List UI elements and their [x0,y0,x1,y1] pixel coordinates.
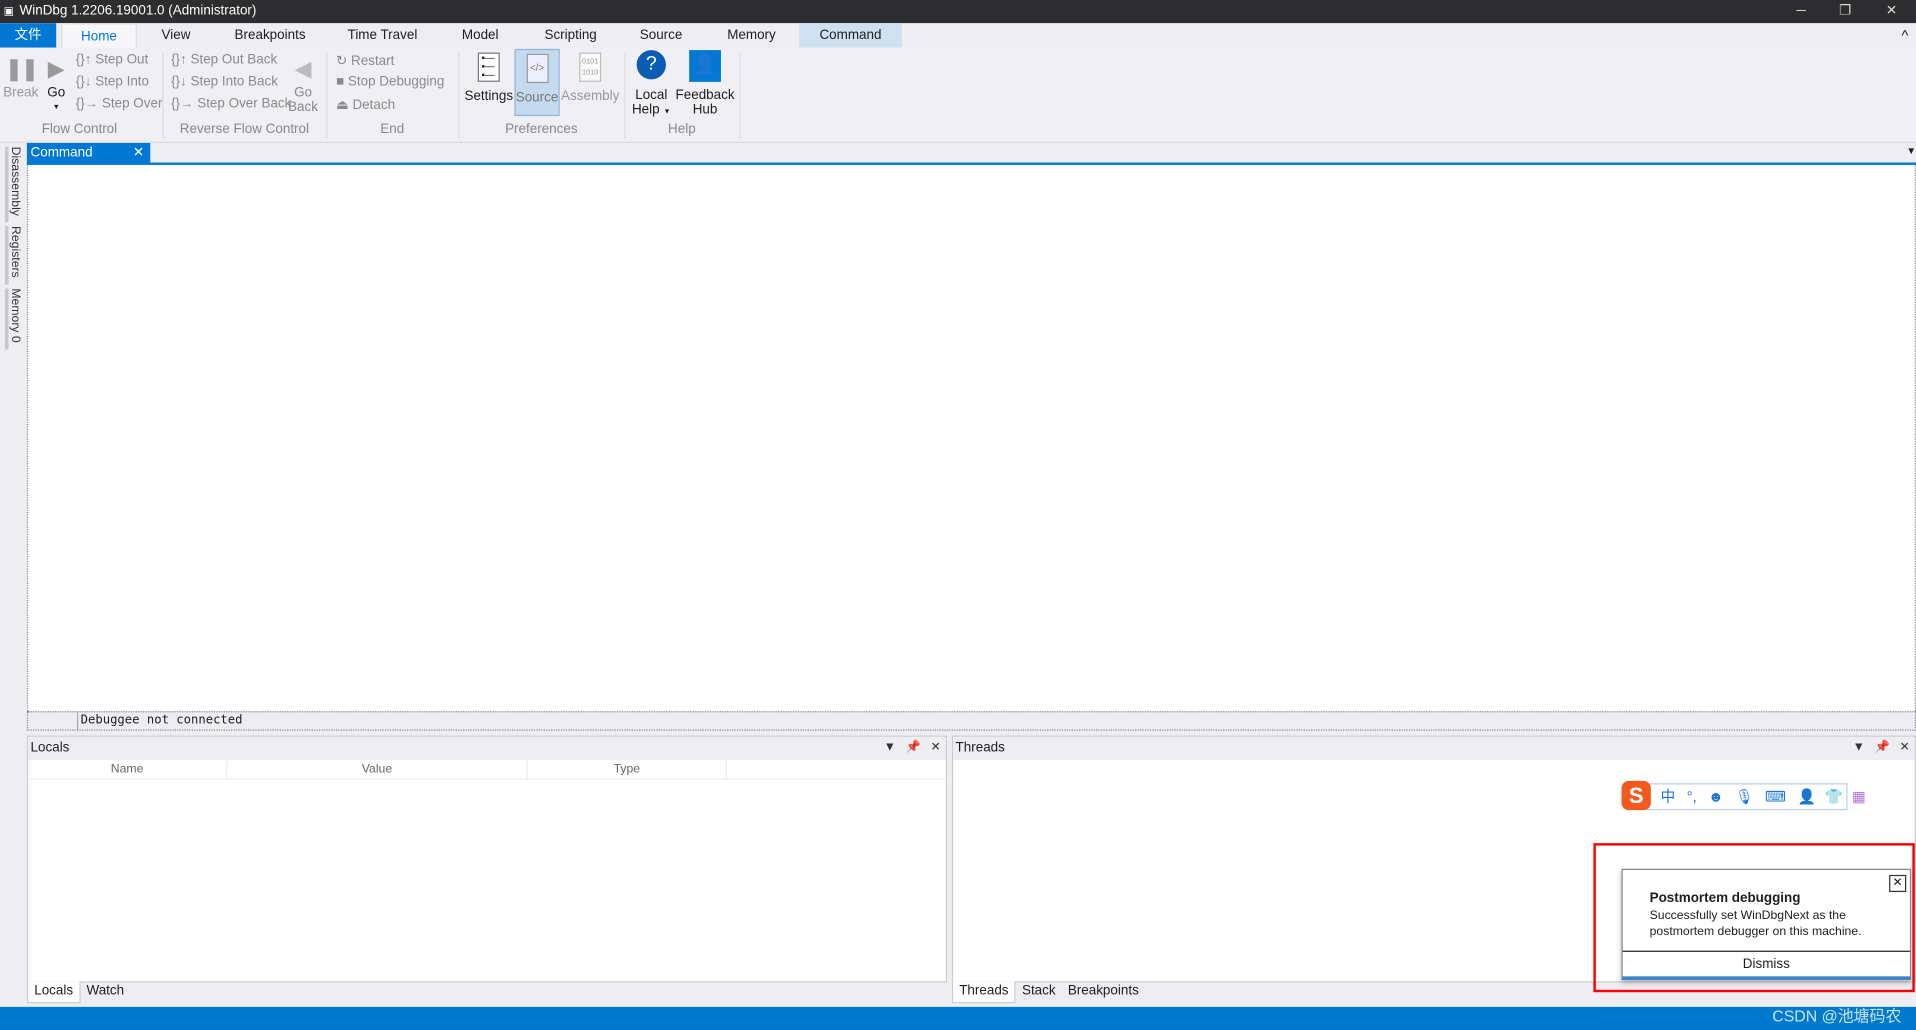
detach-button[interactable]: ⏏ Detach [336,97,395,113]
close-tab-icon[interactable]: ✕ [133,143,144,164]
ribbon: ❚❚ Break ▶ Go ▼ {}↑ Step Out {}↓ Step Into … [0,47,1916,143]
tab-memory[interactable]: Memory [719,23,785,47]
binary-icon: 0101 1010 [579,52,602,82]
group-help: Help [668,122,696,137]
column-value[interactable]: Value [227,760,528,780]
tab-model[interactable]: Model [452,23,508,47]
pin-icon[interactable]: 📌 [1875,740,1890,753]
microphone-icon[interactable]: 🎙 [1735,788,1754,805]
step-over-button[interactable]: {}→ Step Over [76,97,163,112]
tab-home[interactable]: Home [61,23,137,48]
tab-threads[interactable]: Threads [951,981,1016,1004]
app-icon: ▣ [3,4,15,18]
tab-source[interactable]: Source [628,23,694,47]
tab-stack[interactable]: Stack [1016,981,1062,1003]
title-bar: ▣ WinDbg 1.2206.19001.0 (Administrator) … [0,0,1916,24]
keyboard-icon[interactable]: ⌨ [1765,788,1786,805]
group-preferences: Preferences [505,122,578,137]
dropdown-icon[interactable]: ▼ [884,740,896,753]
group-end: End [380,122,405,137]
debuggee-status: Debuggee not connected [80,713,243,728]
locals-title: Locals [30,740,70,756]
local-help-button[interactable]: ? Local Help ▼ [631,50,673,120]
settings-doc-icon: ▪— ▪— ▪— [477,52,500,82]
skin-shirt-icon[interactable]: 👕 [1825,788,1843,805]
toast-close-icon[interactable]: ✕ [1889,874,1907,893]
source-code-icon: </> [526,53,549,84]
feedback-hub-button[interactable]: 👤 Feedback Hub [675,50,736,117]
break-button[interactable]: ❚❚ Break [2,55,39,100]
ime-toolbar: S 中 °, ☻ 🎙 ⌨ 👤 👕 ▦ [1621,780,1866,811]
stop-debugging-button[interactable]: ■ Stop Debugging [336,75,444,90]
threads-bottom-tabs: Threads Stack Breakpoints [951,981,1145,1004]
step-into-button[interactable]: {}↓ Step Into [76,75,149,90]
play-icon: ▶ [47,56,65,81]
ribbon-tabs: 文件 Home View Breakpoints Time Travel Mod… [0,23,1916,48]
tab-locals[interactable]: Locals [26,981,81,1004]
tab-watch[interactable]: Watch [80,981,130,1003]
apps-grid-icon[interactable]: ▦ [1852,788,1866,805]
toast-title: Postmortem debugging [1649,890,1801,906]
pin-icon[interactable]: 📌 [906,740,921,753]
minimize-button[interactable]: ─ [1779,0,1823,23]
group-reverse-flow: Reverse Flow Control [179,122,309,137]
locals-bottom-tabs: Locals Watch [26,981,130,1004]
locals-panel: Locals ▼ 📌 ✕ Name Value Type [26,735,948,983]
user-icon[interactable]: 👤 [1798,788,1816,805]
side-tab-disassembly[interactable]: Disassembly [4,146,22,223]
dropdown-icon[interactable]: ▼ [1853,740,1865,753]
command-output[interactable] [26,164,1916,712]
restore-button[interactable]: ❐ [1823,0,1867,23]
command-input-row[interactable]: Debuggee not connected [26,711,1916,731]
step-into-back-button[interactable]: {}↓ Step Into Back [171,75,278,90]
tab-command-window[interactable]: Command ✕ [26,142,151,164]
side-tab-registers[interactable]: Registers [4,226,22,285]
tab-list-dropdown-icon[interactable]: ▼ [1906,145,1916,156]
side-tab-strip: Disassembly Registers Memory 0 [0,142,25,1007]
close-button[interactable]: ✕ [1870,0,1914,23]
dismiss-button[interactable]: Dismiss [1622,950,1910,978]
collapse-ribbon-icon[interactable]: ^ [1894,23,1916,47]
back-arrow-icon: ◀ [294,56,312,81]
step-over-back-button[interactable]: {}→ Step Over Back [171,97,291,112]
tab-breakpoints-panel[interactable]: Breakpoints [1062,981,1145,1003]
document-tabs: Command ✕ ▼ [26,142,1916,165]
source-button[interactable]: </> Source [514,48,560,117]
tab-scripting[interactable]: Scripting [533,23,609,47]
go-back-button[interactable]: ◀ Go Back [286,55,320,115]
tab-file[interactable]: 文件 [0,23,57,48]
help-icon: ? [636,50,666,80]
postmortem-toast: ✕ Postmortem debugging Successfully set … [1621,868,1912,980]
restart-button[interactable]: ↻ Restart [336,53,394,69]
emoji-icon[interactable]: ☻ [1708,788,1723,805]
tab-command[interactable]: Command [799,23,902,48]
column-name[interactable]: Name [28,760,228,780]
window-title: WinDbg 1.2206.19001.0 (Administrator) [19,3,257,19]
group-flow-control: Flow Control [41,122,118,137]
locals-column-header: Name Value Type [28,760,946,780]
ime-punct-toggle[interactable]: °, [1687,788,1697,805]
tab-view[interactable]: View [152,23,201,47]
step-out-button[interactable]: {}↑ Step Out [76,53,148,68]
ime-mode-toggle[interactable]: 中 [1661,788,1676,805]
tab-time-travel[interactable]: Time Travel [340,23,426,47]
column-type[interactable]: Type [528,760,728,780]
feedback-person-icon: 👤 [689,50,721,82]
tab-breakpoints[interactable]: Breakpoints [227,23,313,47]
settings-button[interactable]: ▪— ▪— ▪— Settings [463,52,514,104]
divider [739,52,741,139]
assembly-button[interactable]: 0101 1010 Assembly [561,52,620,104]
step-out-back-button[interactable]: {}↑ Step Out Back [171,53,277,68]
close-icon[interactable]: ✕ [931,740,941,753]
sogou-logo-icon[interactable]: S [1621,780,1651,811]
pause-icon: ❚❚ [4,56,39,81]
close-icon[interactable]: ✕ [1900,740,1910,753]
toast-body: Successfully set WinDbgNext as the postmo… [1649,909,1862,939]
side-tab-memory[interactable]: Memory 0 [4,288,22,350]
watermark: CSDN @池塘码农 [1772,1006,1902,1026]
go-button[interactable]: ▶ Go ▼ [42,55,71,115]
status-bar: CSDN @池塘码农 [0,1006,1916,1030]
threads-title: Threads [955,740,1005,756]
